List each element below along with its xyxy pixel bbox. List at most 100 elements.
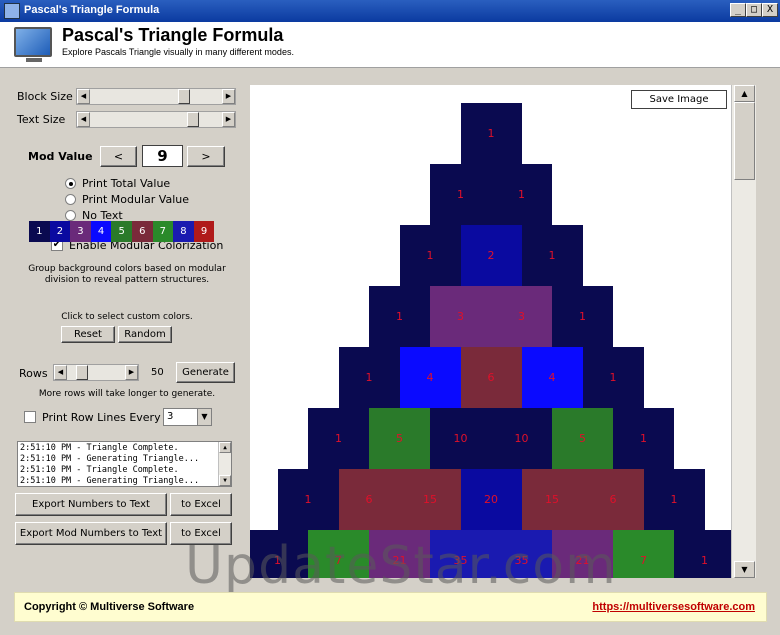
scroll-up-icon[interactable]: ▲ <box>734 85 755 102</box>
chevron-down-icon[interactable]: ▼ <box>197 409 211 425</box>
triangle-cell: 15 <box>521 469 583 530</box>
minimize-button[interactable]: _ <box>730 3 746 17</box>
triangle-cell: 1 <box>277 469 339 530</box>
mod-value-field[interactable]: 9 <box>142 145 183 167</box>
log-list[interactable]: 2:51:10 PM - Triangle Complete. 2:51:10 … <box>17 441 232 487</box>
triangle-canvas[interactable]: 1 1 1 1 2 1 1 3 3 1 1 4 6 4 1 1 5 10 10 5 1 1 6 15 20 15 6 1 1 7 21 35 3… <box>250 85 731 578</box>
triangle-cell: 1 <box>613 408 674 469</box>
color-swatch-5[interactable]: 5 <box>111 221 132 242</box>
arrow-left-icon[interactable]: ◀ <box>77 89 90 104</box>
triangle-cell: 3 <box>430 286 491 347</box>
scroll-down-icon[interactable]: ▼ <box>734 561 755 578</box>
triangle-cell: 10 <box>430 408 491 469</box>
triangle-cell: 10 <box>491 408 552 469</box>
scroll-up-icon[interactable]: ▲ <box>219 442 231 453</box>
group-colors-description: Group background colors based on modular… <box>28 264 226 285</box>
triangle-cell: 6 <box>582 469 644 530</box>
print-row-lines-checkbox[interactable] <box>24 411 36 423</box>
log-scrollbar[interactable]: ▲ ▼ <box>218 442 231 486</box>
triangle-cell: 20 <box>460 469 522 530</box>
mod-next-button[interactable]: > <box>187 146 225 167</box>
row-lines-select-value: 3 <box>167 411 174 422</box>
color-swatch-4[interactable]: 4 <box>90 221 112 242</box>
radio-print-modular[interactable] <box>65 194 76 205</box>
block-size-label: Block Size <box>17 90 73 103</box>
triangle-cell: 1 <box>338 347 400 408</box>
log-line: 2:51:10 PM - Triangle Complete. <box>20 465 179 475</box>
radio-print-total[interactable] <box>65 178 76 189</box>
footer: Copyright © Multiverse Software https://… <box>14 592 767 622</box>
title-bar: Pascal's Triangle Formula _ □ X <box>0 0 780 22</box>
print-row-lines-label: Print Row Lines Every <box>42 411 161 424</box>
text-size-slider[interactable]: ◀ ▶ <box>76 111 236 128</box>
radio-print-modular-label: Print Modular Value <box>82 193 189 206</box>
slider-thumb[interactable] <box>76 365 88 380</box>
log-line: 2:51:10 PM - Generating Triangle... <box>20 454 200 464</box>
color-swatch-2[interactable]: 2 <box>49 221 71 242</box>
triangle-cell: 15 <box>399 469 461 530</box>
scroll-down-icon[interactable]: ▼ <box>219 475 231 486</box>
triangle-cell: 1 <box>308 408 369 469</box>
text-size-label: Text Size <box>17 113 66 126</box>
export-mod-numbers-button[interactable]: Export Mod Numbers to Text <box>15 522 167 545</box>
random-button[interactable]: Random <box>118 326 172 343</box>
color-swatch-3[interactable]: 3 <box>70 221 91 242</box>
log-line: 2:51:10 PM - Generating Triangle... <box>20 476 200 486</box>
triangle-cell: 1 <box>460 103 522 164</box>
website-link[interactable]: https://multiversesoftware.com <box>592 601 755 613</box>
mod-prev-button[interactable]: < <box>100 146 137 167</box>
arrow-right-icon[interactable]: ▶ <box>222 112 235 127</box>
window-title: Pascal's Triangle Formula <box>24 4 160 16</box>
rows-value: 50 <box>151 367 164 378</box>
color-swatch-6[interactable]: 6 <box>131 221 153 242</box>
triangle-cell: 1 <box>674 530 731 578</box>
radio-print-total-label: Print Total Value <box>82 177 171 190</box>
arrow-right-icon[interactable]: ▶ <box>222 89 235 104</box>
monitor-stand-icon <box>26 58 42 62</box>
generate-button[interactable]: Generate <box>176 362 235 383</box>
color-swatch-1[interactable]: 1 <box>29 221 50 242</box>
triangle-cell: 1 <box>369 286 430 347</box>
slider-thumb[interactable] <box>178 89 190 104</box>
close-button[interactable]: X <box>762 3 778 17</box>
triangle-cell: 1 <box>582 347 644 408</box>
export-numbers-button[interactable]: Export Numbers to Text <box>15 493 167 516</box>
triangle-cell: 5 <box>369 408 430 469</box>
canvas-scrollbar[interactable]: ▲ ▼ <box>731 85 756 578</box>
triangle-cell: 2 <box>460 225 522 286</box>
triangle-cell: 6 <box>460 347 522 408</box>
slider-thumb[interactable] <box>187 112 199 127</box>
color-swatches: 1 2 3 4 5 6 7 8 9 <box>29 221 215 242</box>
arrow-right-icon[interactable]: ▶ <box>125 365 138 380</box>
triangle-cell: 4 <box>399 347 461 408</box>
triangle-cell: 1 <box>643 469 705 530</box>
rows-slider[interactable]: ◀ ▶ <box>53 364 139 381</box>
arrow-left-icon[interactable]: ◀ <box>77 112 90 127</box>
triangle-cell: 1 <box>430 164 491 225</box>
custom-colors-hint: Click to select custom colors. <box>61 312 193 322</box>
row-lines-select[interactable]: 3 ▼ <box>163 408 212 426</box>
triangle-cell: 5 <box>552 408 613 469</box>
monitor-icon <box>14 27 52 57</box>
block-size-slider[interactable]: ◀ ▶ <box>76 88 236 105</box>
app-icon <box>4 3 20 19</box>
scroll-thumb[interactable] <box>734 102 755 180</box>
arrow-left-icon[interactable]: ◀ <box>54 365 67 380</box>
rows-hint: More rows will take longer to generate. <box>38 389 216 399</box>
triangle-cell: 1 <box>552 286 613 347</box>
triangle-cell: 3 <box>491 286 552 347</box>
radio-no-text[interactable] <box>65 210 76 221</box>
maximize-button[interactable]: □ <box>746 3 762 17</box>
export-numbers-excel-button[interactable]: to Excel <box>170 493 232 516</box>
header-banner: Pascal's Triangle Formula Explore Pascal… <box>0 22 780 68</box>
triangle-cell: 1 <box>521 225 583 286</box>
reset-button[interactable]: Reset <box>61 326 115 343</box>
color-swatch-8[interactable]: 8 <box>173 221 194 242</box>
color-swatch-7[interactable]: 7 <box>152 221 174 242</box>
color-swatch-9[interactable]: 9 <box>193 221 215 242</box>
save-image-button[interactable]: Save Image <box>631 90 727 109</box>
mod-value-label: Mod Value <box>28 150 93 163</box>
triangle-cell: 7 <box>613 530 674 578</box>
copyright-text: Copyright © Multiverse Software <box>24 601 195 613</box>
triangle-cell: 1 <box>491 164 552 225</box>
